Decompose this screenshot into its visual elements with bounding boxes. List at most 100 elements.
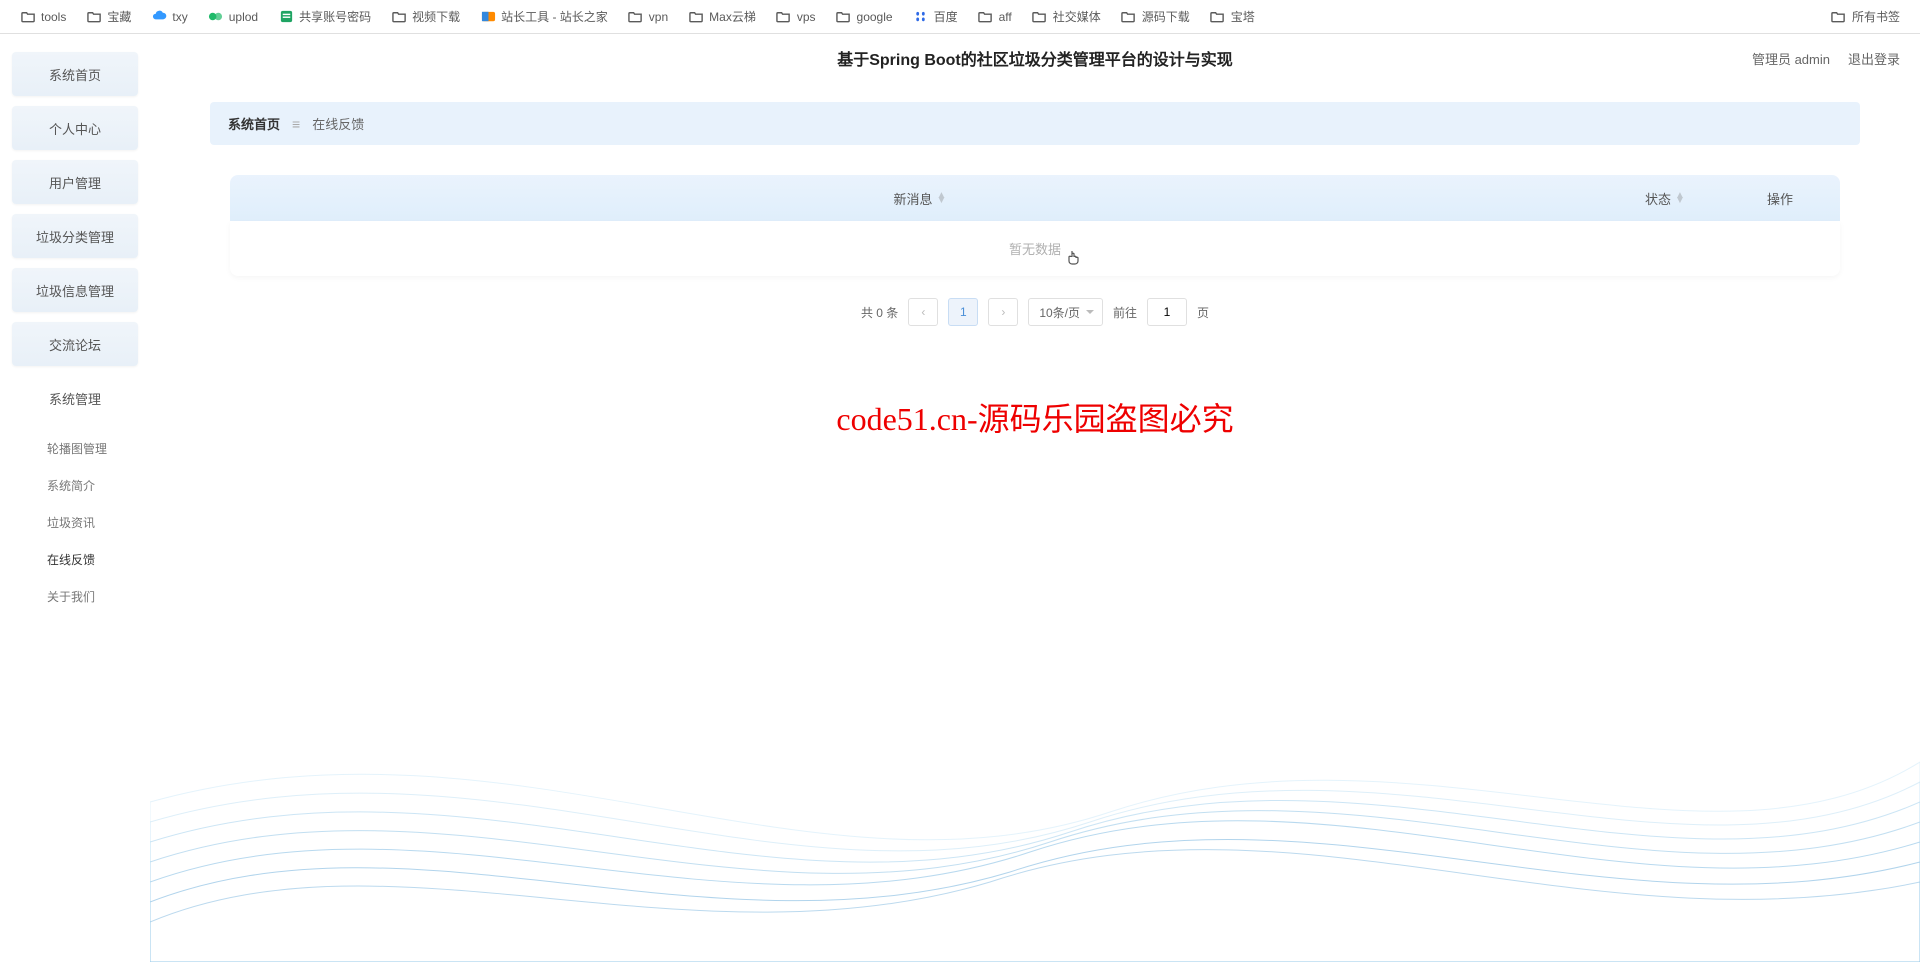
sub-item-feedback[interactable]: 在线反馈: [12, 541, 138, 578]
main-area: 系统首页 ≡ 在线反馈 新消息 ▲▼ 状态 ▲▼ 操作: [150, 82, 1920, 962]
breadcrumb: 系统首页 ≡ 在线反馈: [210, 102, 1860, 145]
logout-link[interactable]: 退出登录: [1848, 49, 1900, 68]
bookmark-item[interactable]: 百度: [903, 4, 968, 29]
bookmark-item[interactable]: uplod: [198, 4, 268, 29]
sidebar-item-trash-info[interactable]: 垃圾信息管理: [12, 268, 138, 312]
bookmark-label: vps: [797, 10, 816, 24]
bookmark-label: vpn: [649, 10, 668, 24]
bookmarks-bar: tools 宝藏 txy uplod 共享账号密码 视频下载 站长工具 - 站长之家 vpn M…: [0, 0, 1920, 34]
table-header: 新消息 ▲▼ 状态 ▲▼ 操作: [230, 175, 1840, 221]
bookmark-item[interactable]: vpn: [618, 4, 678, 29]
sidebar-item-system[interactable]: 系统管理: [12, 376, 138, 420]
sidebar-item-trash-category[interactable]: 垃圾分类管理: [12, 214, 138, 258]
goto-input[interactable]: [1147, 298, 1187, 326]
bookmark-label: aff: [999, 10, 1012, 24]
bookmark-item[interactable]: 宝藏: [76, 4, 141, 29]
col-header-status[interactable]: 状态 ▲▼: [1610, 189, 1720, 208]
empty-text: 暂无数据: [1009, 242, 1061, 257]
sub-item-carousel[interactable]: 轮播图管理: [12, 430, 138, 467]
breadcrumb-current: 在线反馈: [312, 114, 364, 133]
bookmark-label: 所有书签: [1852, 8, 1900, 25]
bookmark-label: uplod: [229, 10, 258, 24]
folder-icon: [86, 9, 102, 25]
doc-icon: [278, 9, 294, 25]
page-num-button[interactable]: 1: [948, 298, 978, 326]
sidebar-label: 垃圾分类管理: [36, 227, 114, 246]
sidebar-label: 垃圾信息管理: [36, 281, 114, 300]
bookmark-label: 宝藏: [107, 8, 131, 25]
bookmark-item[interactable]: 社交媒体: [1022, 4, 1111, 29]
baidu-icon: [913, 9, 929, 25]
sidebar-label: 交流论坛: [49, 335, 101, 354]
page-next-button[interactable]: ›: [988, 298, 1018, 326]
bookmark-item[interactable]: vps: [766, 4, 826, 29]
page-suffix: 页: [1197, 304, 1209, 321]
bookmark-label: 宝塔: [1231, 8, 1255, 25]
bookmark-all[interactable]: 所有书签: [1821, 4, 1910, 29]
bookmark-label: 百度: [934, 8, 958, 25]
breadcrumb-home[interactable]: 系统首页: [228, 114, 280, 133]
bookmark-item[interactable]: tools: [10, 4, 76, 29]
bookmark-label: 共享账号密码: [299, 8, 371, 25]
uplod-icon: [208, 9, 224, 25]
cloud-icon: [151, 9, 167, 25]
sidebar-item-profile[interactable]: 个人中心: [12, 106, 138, 150]
sub-item-news[interactable]: 垃圾资讯: [12, 504, 138, 541]
folder-icon: [776, 9, 792, 25]
col-header-action: 操作: [1720, 189, 1840, 208]
folder-icon: [688, 9, 704, 25]
folder-icon: [836, 9, 852, 25]
bookmark-item[interactable]: txy: [141, 4, 197, 29]
sidebar-item-users[interactable]: 用户管理: [12, 160, 138, 204]
header: 基于Spring Boot的社区垃圾分类管理平台的设计与实现 管理员 admin…: [150, 34, 1920, 82]
content: 基于Spring Boot的社区垃圾分类管理平台的设计与实现 管理员 admin…: [150, 34, 1920, 962]
bookmark-item[interactable]: Max云梯: [678, 4, 766, 29]
sort-icon: ▲▼: [937, 193, 947, 203]
sidebar-label: 用户管理: [49, 173, 101, 192]
sidebar-item-forum[interactable]: 交流论坛: [12, 322, 138, 366]
sort-icon: ▲▼: [1675, 193, 1685, 203]
folder-icon: [1032, 9, 1048, 25]
sidebar-label: 系统管理: [49, 389, 101, 408]
sub-menu: 轮播图管理 系统简介 垃圾资讯 在线反馈 关于我们: [12, 430, 138, 615]
col-header-message[interactable]: 新消息 ▲▼: [230, 189, 1610, 208]
bookmark-item[interactable]: 宝塔: [1200, 4, 1265, 29]
folder-icon: [978, 9, 994, 25]
folder-icon: [1210, 9, 1226, 25]
page-prev-button[interactable]: ‹: [908, 298, 938, 326]
bookmark-item[interactable]: 源码下载: [1111, 4, 1200, 29]
goto-label: 前往: [1113, 304, 1137, 321]
bookmark-item[interactable]: 共享账号密码: [268, 4, 381, 29]
page-title: 基于Spring Boot的社区垃圾分类管理平台的设计与实现: [837, 46, 1233, 70]
breadcrumb-sep-icon: ≡: [292, 116, 300, 132]
cursor-icon: [1067, 249, 1081, 268]
folder-icon: [628, 9, 644, 25]
page-size-select[interactable]: 10条/页: [1028, 298, 1103, 326]
page-total: 共 0 条: [861, 304, 898, 321]
sub-item-about[interactable]: 关于我们: [12, 578, 138, 615]
user-role[interactable]: 管理员 admin: [1752, 49, 1830, 68]
bookmark-label: Max云梯: [709, 8, 756, 25]
folder-icon: [391, 9, 407, 25]
bookmark-label: txy: [172, 10, 187, 24]
bookmark-label: 社交媒体: [1053, 8, 1101, 25]
bookmark-item[interactable]: google: [826, 4, 903, 29]
bookmark-label: 源码下载: [1142, 8, 1190, 25]
sub-item-intro[interactable]: 系统简介: [12, 467, 138, 504]
sidebar-item-home[interactable]: 系统首页: [12, 52, 138, 96]
bookmark-label: 站长工具 - 站长之家: [501, 8, 608, 25]
folder-icon: [20, 9, 36, 25]
bookmark-item[interactable]: 视频下载: [381, 4, 470, 29]
pagination: 共 0 条 ‹ 1 › 10条/页 前往 页: [210, 298, 1860, 326]
sidebar-label: 个人中心: [49, 119, 101, 138]
bookmark-label: google: [857, 10, 893, 24]
bookmark-item[interactable]: aff: [968, 4, 1022, 29]
bookmark-label: 视频下载: [412, 8, 460, 25]
folder-icon: [1831, 9, 1847, 25]
folder-icon: [1121, 9, 1137, 25]
sidebar: 系统首页 个人中心 用户管理 垃圾分类管理 垃圾信息管理 交流论坛 系统管理 轮…: [0, 34, 150, 962]
zz-icon: [480, 9, 496, 25]
data-table: 新消息 ▲▼ 状态 ▲▼ 操作 暂无数据: [230, 175, 1840, 276]
bookmark-label: tools: [41, 10, 66, 24]
bookmark-item[interactable]: 站长工具 - 站长之家: [470, 4, 618, 29]
